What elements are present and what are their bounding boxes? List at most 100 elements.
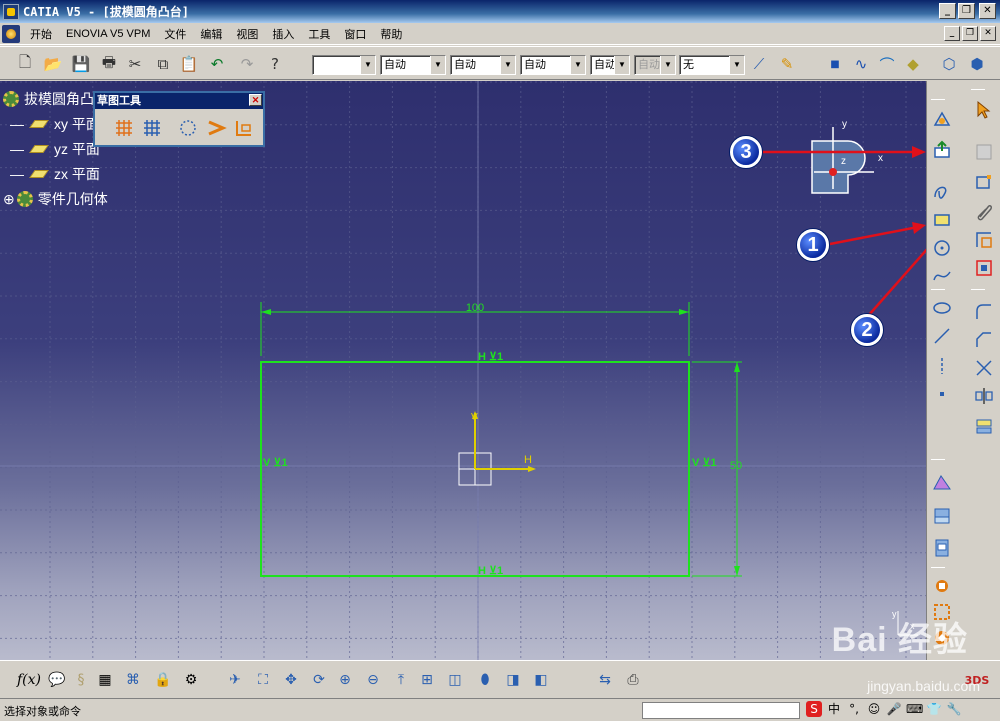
sketch-tools-title-bar[interactable]: 草图工具 ✕ bbox=[95, 93, 263, 109]
profile-icon[interactable] bbox=[973, 141, 995, 163]
print-icon[interactable]: 🖶 bbox=[98, 53, 120, 75]
ime-voice-icon[interactable]: 🎤 bbox=[886, 701, 902, 717]
menu-insert[interactable]: 插入 bbox=[265, 26, 301, 42]
select-arrow-icon[interactable] bbox=[973, 99, 995, 121]
zoom-out-icon[interactable]: ⊖ bbox=[362, 669, 384, 691]
start-menu-icon[interactable] bbox=[2, 24, 20, 43]
ellipse-tool-icon[interactable] bbox=[931, 297, 953, 319]
shading-icon[interactable]: ⬮ bbox=[474, 669, 496, 691]
plane-tool-icon[interactable]: ◆ bbox=[902, 53, 924, 75]
tree-graph-icon[interactable]: ⌘ bbox=[122, 669, 144, 691]
line-thickness-combo[interactable]: 自动 ▼ bbox=[380, 55, 446, 75]
tree-item-zx-plane[interactable]: — zx 平面 bbox=[10, 163, 100, 185]
paste-icon[interactable]: 📋 bbox=[178, 53, 200, 75]
undo-icon[interactable]: ↶ bbox=[206, 53, 228, 75]
constraint-tool-icon[interactable] bbox=[973, 229, 995, 251]
visibility-combo[interactable]: 无 ▼ bbox=[679, 55, 745, 75]
mirror-tool-icon[interactable] bbox=[973, 385, 995, 407]
fit-all-icon[interactable]: ⛶ bbox=[252, 669, 274, 691]
menu-file[interactable]: 文件 bbox=[157, 26, 193, 42]
menu-edit[interactable]: 编辑 bbox=[193, 26, 229, 42]
geometric-constraints-icon[interactable] bbox=[205, 117, 227, 139]
measure-icon[interactable] bbox=[931, 575, 953, 597]
sogou-ime-icon[interactable]: S bbox=[806, 701, 822, 717]
cut-part-icon[interactable] bbox=[931, 505, 953, 527]
law-icon[interactable]: § bbox=[70, 669, 92, 691]
menu-help[interactable]: 帮助 bbox=[373, 26, 409, 42]
corner-tool-icon[interactable] bbox=[973, 301, 995, 323]
spline-profile-icon[interactable] bbox=[931, 181, 953, 203]
zoom-in-icon[interactable]: ⊕ bbox=[334, 669, 356, 691]
constraint-v-left[interactable]: V ⊻1 bbox=[263, 457, 288, 469]
part-design-icon[interactable]: ⬡ bbox=[938, 53, 960, 75]
auto-constraint-icon[interactable] bbox=[973, 257, 995, 279]
paperclip-icon[interactable] bbox=[973, 201, 995, 223]
constraint-v-right[interactable]: V ⊻1 bbox=[692, 457, 717, 469]
hide-show-icon[interactable]: ◨ bbox=[502, 669, 524, 691]
menu-tools[interactable]: 工具 bbox=[301, 26, 337, 42]
snap-to-point-icon[interactable] bbox=[141, 117, 163, 139]
ime-emoji-icon[interactable]: ☺ bbox=[866, 701, 882, 717]
sketch-canvas[interactable]: 100 50 H ⊻1 H ⊻1 V ⊻1 V ⊻1 H V y x z y x bbox=[0, 81, 926, 660]
painter-icon[interactable]: ✎ bbox=[776, 53, 798, 75]
menu-window[interactable]: 窗口 bbox=[337, 26, 373, 42]
point-tool-icon[interactable] bbox=[931, 383, 953, 405]
ime-skin-icon[interactable]: 👕 bbox=[926, 701, 942, 717]
rectangle-tool-icon[interactable] bbox=[973, 171, 995, 193]
ime-punctuation-icon[interactable]: °, bbox=[846, 701, 862, 717]
trim-tool-icon[interactable] bbox=[973, 357, 995, 379]
new-file-icon[interactable]: 🗋 bbox=[14, 53, 36, 75]
line-type-combo[interactable]: 自动 ▼ bbox=[450, 55, 516, 75]
constraint-h-top[interactable]: H ⊻1 bbox=[478, 351, 503, 363]
tree-item-xy-plane[interactable]: — xy 平面 bbox=[10, 113, 100, 135]
command-input[interactable] bbox=[642, 702, 800, 719]
minimize-button[interactable]: _ bbox=[939, 3, 956, 19]
fly-mode-icon[interactable]: ✈ bbox=[224, 669, 246, 691]
point-type-combo[interactable]: 自动 ▼ bbox=[520, 55, 586, 75]
swap-visible-icon[interactable]: ◧ bbox=[530, 669, 552, 691]
formula-icon[interactable]: f(x) bbox=[17, 669, 41, 691]
surface-icon[interactable]: ⌒ bbox=[876, 53, 898, 75]
analysis-icon[interactable] bbox=[931, 471, 953, 493]
rectangle-profile-icon[interactable] bbox=[931, 209, 953, 231]
catalog-view-icon[interactable]: ⚙ bbox=[180, 669, 202, 691]
line-color-combo[interactable]: ▼ bbox=[312, 55, 376, 75]
spline-tool-icon[interactable] bbox=[931, 265, 953, 287]
line-tool-icon[interactable] bbox=[931, 325, 953, 347]
assembly-icon[interactable]: ⬢ bbox=[966, 53, 988, 75]
constraint-h-bottom[interactable]: H ⊻1 bbox=[478, 565, 503, 577]
capture-icon[interactable]: ⎙ bbox=[622, 669, 644, 691]
dimension-width-label[interactable]: 100 bbox=[466, 302, 484, 314]
iso-view-icon[interactable]: ◫ bbox=[444, 669, 466, 691]
grid-icon[interactable] bbox=[113, 117, 135, 139]
tree-item-yz-plane[interactable]: — yz 平面 bbox=[10, 138, 100, 160]
axis-tool-icon[interactable] bbox=[931, 355, 953, 377]
cut-view-icon[interactable]: ⇆ bbox=[594, 669, 616, 691]
multi-view-icon[interactable]: ⊞ bbox=[416, 669, 438, 691]
cut-icon[interactable]: ✂ bbox=[124, 53, 146, 75]
doc-restore-button[interactable]: ❐ bbox=[962, 26, 978, 41]
redo-icon[interactable]: ↷ bbox=[236, 53, 258, 75]
sketch-tools-close-icon[interactable]: ✕ bbox=[249, 94, 262, 106]
maximize-button[interactable]: ❐ bbox=[958, 3, 975, 19]
save-icon[interactable]: 💾 bbox=[70, 53, 92, 75]
table-icon[interactable]: ▦ bbox=[94, 669, 116, 691]
catia-app-icon[interactable] bbox=[3, 3, 19, 20]
construction-element-icon[interactable] bbox=[177, 117, 199, 139]
layer-combo[interactable]: 自动 ▼ bbox=[590, 55, 630, 75]
doc-close-button[interactable]: ✕ bbox=[980, 26, 996, 41]
ime-keyboard-icon[interactable]: ⌨ bbox=[906, 701, 923, 717]
pan-icon[interactable]: ✥ bbox=[280, 669, 302, 691]
dimension-height-label[interactable]: 50 bbox=[730, 460, 742, 472]
3d-viewport[interactable]: 100 50 H ⊻1 H ⊻1 V ⊻1 V ⊻1 H V y x z y x bbox=[0, 81, 926, 660]
dimensional-constraints-icon[interactable] bbox=[233, 117, 255, 139]
point-icon[interactable]: ■ bbox=[824, 53, 846, 75]
rotate-icon[interactable]: ⟳ bbox=[308, 669, 330, 691]
open-file-icon[interactable]: 📂 bbox=[42, 53, 64, 75]
menu-enovia[interactable]: ENOVIA V5 VPM bbox=[59, 28, 157, 40]
menu-view[interactable]: 视图 bbox=[229, 26, 265, 42]
whats-this-icon[interactable]: ? bbox=[264, 53, 286, 75]
render-style-combo[interactable]: 自动 ▼ bbox=[634, 55, 676, 75]
exit-workbench-icon[interactable] bbox=[931, 139, 953, 161]
close-button[interactable]: ✕ bbox=[979, 3, 996, 19]
